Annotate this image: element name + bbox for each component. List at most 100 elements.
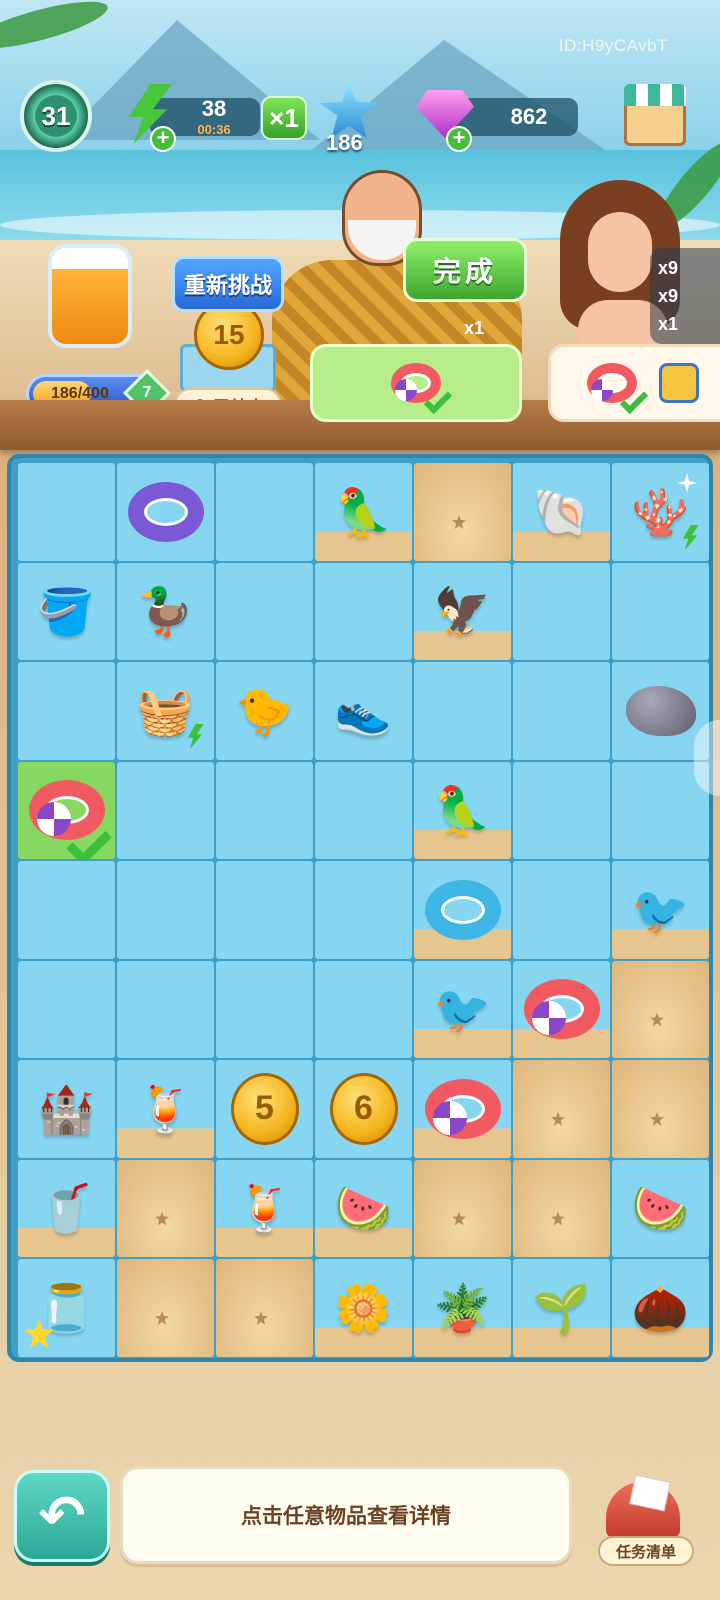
board-cell[interactable] — [216, 761, 313, 859]
board-cell[interactable] — [513, 1060, 610, 1158]
board-cell[interactable] — [513, 662, 610, 760]
board-cell[interactable] — [513, 761, 610, 859]
side-reward-3: x1 — [658, 314, 679, 334]
order-item-lifebuoy — [391, 363, 453, 415]
sandcastle-icon: 🏰 — [37, 1082, 96, 1135]
order-item-lifebuoy — [587, 363, 649, 415]
board-cell[interactable] — [18, 960, 115, 1058]
order-card-next[interactable] — [548, 344, 720, 422]
board-cell[interactable] — [315, 761, 412, 859]
board-cell[interactable]: 🍹 — [216, 1159, 313, 1257]
side-scroll-handle[interactable] — [694, 720, 720, 796]
board-cell[interactable] — [216, 463, 313, 561]
shop-awning-icon — [624, 84, 686, 106]
cockatoo-icon: 🦜 — [334, 485, 393, 538]
side-reward-list: x9 x9 x1 — [650, 248, 720, 344]
board-cell[interactable]: 👟 — [315, 662, 412, 760]
board-cell[interactable] — [414, 861, 511, 959]
board-cell[interactable] — [117, 861, 214, 959]
board-cell[interactable]: 🐚 — [513, 463, 610, 561]
board-cell[interactable] — [117, 463, 214, 561]
board-cell[interactable]: 🍉 — [612, 1159, 709, 1257]
board-cell[interactable]: 🍹 — [117, 1060, 214, 1158]
board-cell[interactable] — [414, 1159, 511, 1257]
board-cell[interactable] — [18, 761, 115, 859]
sprout-icon: 🌱 — [532, 1281, 591, 1334]
parrot-icon: 🦜 — [433, 784, 492, 837]
board-cell[interactable] — [216, 562, 313, 660]
board-cell[interactable]: 5 — [216, 1060, 313, 1158]
order-card-active[interactable] — [310, 344, 522, 422]
board-cell[interactable] — [18, 463, 115, 561]
board-cell[interactable] — [315, 562, 412, 660]
board-cell[interactable]: 🐦 — [414, 960, 511, 1058]
board-cell[interactable] — [414, 1060, 511, 1158]
add-gems-button[interactable]: + — [446, 126, 472, 152]
board-cell[interactable] — [315, 861, 412, 959]
coin-item: 5 — [230, 1072, 299, 1145]
board-cell[interactable]: 🦅 — [414, 562, 511, 660]
level-badge[interactable]: 31 — [20, 80, 92, 152]
watermelon-drinks-icon: 🍹 — [136, 1082, 195, 1135]
board-cell[interactable] — [315, 960, 412, 1058]
board-cell[interactable] — [117, 761, 214, 859]
energy-value: 38 — [201, 96, 227, 121]
board-cell[interactable]: 🦆 — [117, 562, 214, 660]
board-cell[interactable] — [612, 562, 709, 660]
lifebuoy-purple-icon — [127, 481, 204, 542]
board-cell[interactable] — [414, 662, 511, 760]
board-cell[interactable] — [216, 1259, 313, 1357]
board-cell[interactable] — [18, 861, 115, 959]
board-cell[interactable] — [216, 861, 313, 959]
board-cell[interactable] — [216, 960, 313, 1058]
board-cell[interactable] — [612, 1060, 709, 1158]
board-cell[interactable]: 🦜 — [315, 463, 412, 561]
board-cell[interactable]: 🥤 — [18, 1159, 115, 1257]
star-count: 186 — [326, 130, 363, 155]
board-cell[interactable]: 🪣 — [18, 562, 115, 660]
coin-event-box[interactable]: 15 — [180, 300, 276, 392]
lifebuoy-ball-icon — [424, 1078, 501, 1139]
back-button[interactable]: ↶ — [14, 1470, 110, 1562]
board-cell[interactable]: 🐦 — [612, 861, 709, 959]
board-cell[interactable] — [513, 562, 610, 660]
smoothie-icon: 🥤 — [37, 1182, 96, 1235]
energy-multiplier-button[interactable]: ×1 — [261, 96, 307, 140]
board-cell[interactable] — [513, 960, 610, 1058]
juice-jar-icon[interactable] — [48, 244, 132, 348]
board-cell[interactable]: 🧺 — [117, 662, 214, 760]
board-cell[interactable] — [612, 960, 709, 1058]
gem-counter: 862 — [456, 98, 578, 136]
lifebuoy-ball-icon — [523, 979, 600, 1040]
board-cell[interactable]: 🏰 — [18, 1060, 115, 1158]
board-cell[interactable]: 🪸 — [612, 463, 709, 561]
board-cell[interactable] — [18, 662, 115, 760]
add-energy-button[interactable]: + — [150, 126, 176, 152]
board-cell[interactable]: 🪴 — [414, 1259, 511, 1357]
board-cell[interactable]: 🍉 — [315, 1159, 412, 1257]
hint-bar: 点击任意物品查看详情 — [120, 1466, 572, 1564]
coin-item: 6 — [329, 1072, 398, 1145]
board-cell[interactable] — [117, 960, 214, 1058]
board-cell[interactable]: 🦜 — [414, 761, 511, 859]
beach-ball-icon — [432, 1100, 467, 1135]
board-cell[interactable] — [117, 1159, 214, 1257]
side-reward-2: x9 — [658, 286, 679, 306]
complete-order-button[interactable]: 完成 — [403, 238, 527, 302]
task-list-label[interactable]: 任务清单 — [598, 1536, 694, 1566]
board-cell[interactable]: 🌼 — [315, 1259, 412, 1357]
watermelon-icon: 🍉 — [334, 1182, 393, 1235]
palm-leaf-icon — [0, 0, 112, 58]
board-cell[interactable] — [513, 1159, 610, 1257]
board-cell[interactable] — [414, 463, 511, 561]
board-cell[interactable]: 🫙 — [18, 1259, 115, 1357]
board-cell[interactable] — [117, 1259, 214, 1357]
board-cell[interactable] — [513, 861, 610, 959]
board-cell[interactable]: 🌰 — [612, 1259, 709, 1357]
board-cell[interactable]: 🌱 — [513, 1259, 610, 1357]
board-cell[interactable]: 6 — [315, 1060, 412, 1158]
rechallenge-button[interactable]: 重新挑战 — [172, 256, 284, 312]
board-cell[interactable]: 🐤 — [216, 662, 313, 760]
board-grid: 🦜 🐚 🪸 🪣 🦆 🦅 🧺 🐤 👟 🦜 🐦 🐦 🏰 🍹 5 6 🥤 🍹 🍉 🍉 🫙 🌼 🪴 🌱 🌰 — [18, 463, 709, 1357]
shop-button[interactable] — [624, 84, 686, 150]
